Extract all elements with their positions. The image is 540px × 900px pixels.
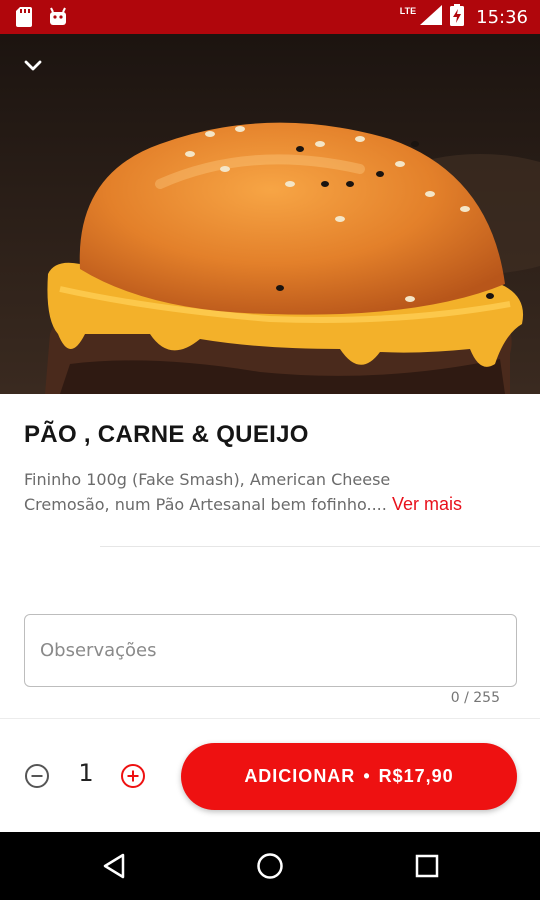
product-description: Fininho 100g (Fake Smash), American Chee… [24, 468, 524, 517]
character-counter: 0 / 255 [450, 690, 500, 706]
separator-dot: • [363, 766, 371, 786]
signal-icon [420, 4, 443, 30]
description-line: Cremosão, num Pão Artesanal bem fofinho.… [24, 495, 387, 514]
increase-quantity-button[interactable] [120, 763, 146, 789]
description-line: Fininho 100g (Fake Smash), American Chee… [24, 470, 391, 489]
decrease-quantity-button[interactable] [24, 763, 50, 789]
home-button[interactable] [254, 850, 286, 882]
minus-circle-icon [25, 764, 49, 788]
chevron-down-icon [24, 60, 42, 71]
observations-input[interactable] [24, 614, 517, 687]
product-image [0, 34, 540, 394]
see-more-link[interactable]: Ver mais [392, 494, 462, 514]
add-button-label: ADICIONAR [244, 766, 356, 786]
price: R$17,90 [378, 766, 454, 786]
clock: 15:36 [476, 6, 528, 28]
sd-card-icon [16, 7, 32, 32]
divider [100, 546, 540, 547]
back-icon [103, 853, 125, 879]
order-bar: 1 ADICIONAR • R$17,90 [0, 718, 540, 832]
collapse-button[interactable] [24, 60, 56, 88]
network-type: LTE [399, 6, 417, 16]
android-debug-icon [48, 7, 68, 32]
recents-button[interactable] [411, 850, 443, 882]
plus-circle-icon [121, 764, 145, 788]
add-to-cart-button[interactable]: ADICIONAR • R$17,90 [181, 743, 517, 810]
product-title: PÃO , CARNE & QUEIJO [24, 421, 309, 448]
burger-photo [0, 34, 540, 394]
navigation-bar [0, 832, 540, 900]
home-icon [257, 853, 283, 879]
quantity-value: 1 [78, 759, 94, 787]
back-button[interactable] [98, 850, 130, 882]
recents-icon [415, 854, 439, 878]
battery-charging-icon [450, 3, 465, 31]
status-bar: LTE 15:36 [0, 0, 540, 34]
